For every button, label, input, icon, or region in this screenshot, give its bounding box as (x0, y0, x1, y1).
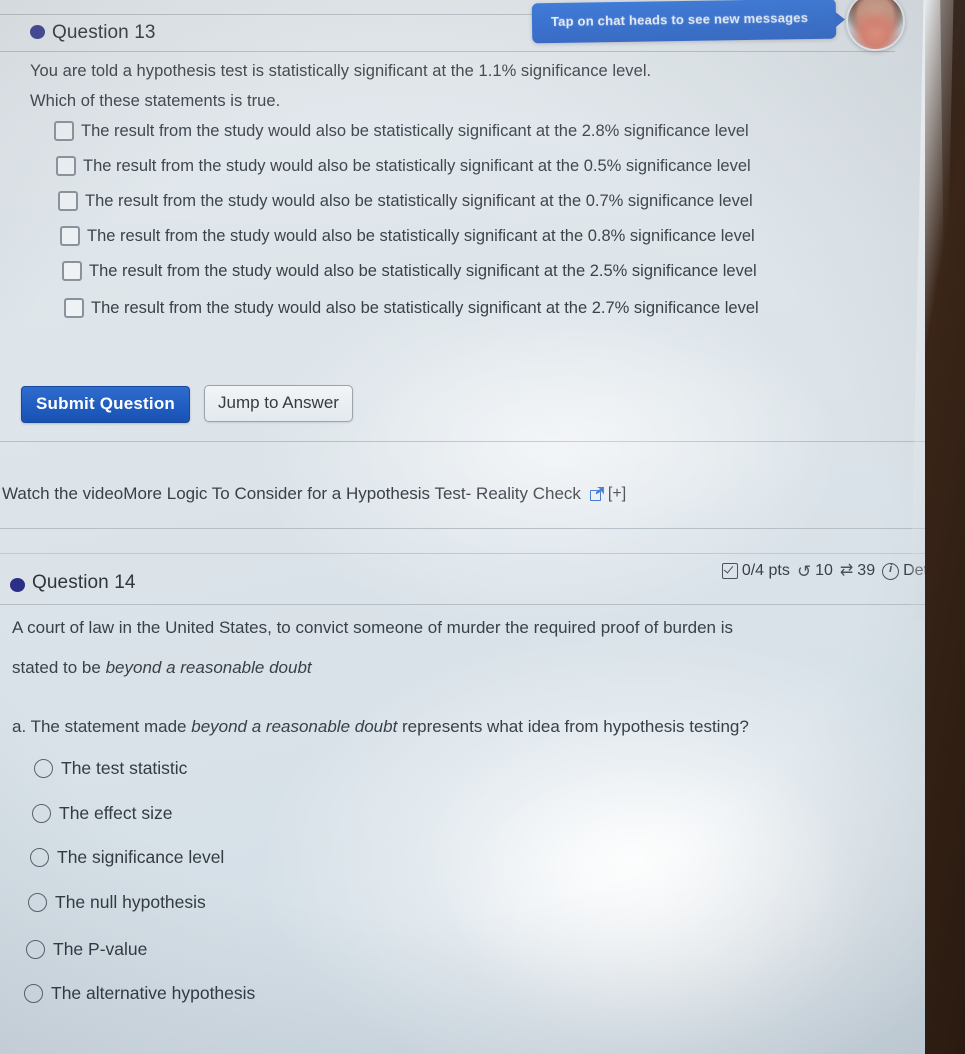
external-link-icon[interactable] (589, 486, 604, 501)
question-13-bullet-icon (30, 25, 45, 39)
body-line-2-italic: beyond a reasonable doubt (105, 658, 312, 677)
version-badge: ⇄ 39 (840, 562, 875, 580)
checkbox-option-5[interactable]: The result from the study would also be … (62, 261, 757, 281)
radio-option-label: The significance level (57, 847, 225, 867)
part-a-prefix: a. The statement made (12, 717, 192, 736)
question-14-bullet-icon (10, 578, 25, 592)
details-label[interactable]: Details (903, 562, 952, 580)
radio-button-icon[interactable] (26, 940, 45, 959)
checkbox-option-1[interactable]: The result from the study would also be … (54, 121, 749, 141)
radio-option-label: The null hypothesis (55, 892, 206, 912)
radio-option-3[interactable]: The significance level (30, 847, 224, 868)
video-link-row[interactable]: Watch the video More Logic To Consider f… (2, 484, 626, 504)
checkbox-option-label: The result from the study would also be … (85, 191, 753, 210)
details-link[interactable]: Details (882, 562, 952, 580)
checkbox-option-label: The result from the study would also be … (91, 298, 759, 317)
checkbox-option-label: The result from the study would also be … (87, 226, 755, 245)
radio-option-5[interactable]: The P-value (26, 939, 147, 960)
avatar[interactable] (846, 0, 905, 51)
divider-above-video (0, 441, 935, 442)
radio-option-label: The P-value (53, 939, 148, 959)
divider-under-q14-title (0, 604, 935, 605)
checkbox-option-label: The result from the study would also be … (83, 156, 751, 175)
divider-below-video (0, 528, 935, 529)
swap-icon: ⇄ (839, 562, 854, 579)
info-icon[interactable] (882, 562, 900, 580)
radio-option-6[interactable]: The alternative hypothesis (24, 983, 255, 1004)
photo-of-screen: Question 13 You are told a hypothesis te… (0, 0, 965, 1054)
divider-above-q14 (0, 553, 935, 554)
question-13-stem-line-1: You are told a hypothesis test is statis… (30, 62, 652, 80)
quiz-content: Question 13 You are told a hypothesis te… (0, 10, 958, 1054)
checkbox-icon[interactable] (64, 298, 84, 318)
radio-option-label: The alternative hypothesis (51, 983, 256, 1003)
chat-notification-text: Tap on chat heads to see new messages (550, 10, 809, 30)
points-badge: 0/4 pts (721, 562, 790, 580)
attempts-badge: ↻ 10 (796, 561, 833, 581)
submit-question-button[interactable]: Submit Question (21, 386, 190, 423)
checkbox-option-4[interactable]: The result from the study would also be … (60, 226, 755, 246)
radio-button-icon[interactable] (32, 804, 51, 823)
question-13-title: Question 13 (52, 22, 156, 43)
radio-button-icon[interactable] (28, 893, 47, 912)
radio-option-1[interactable]: The test statistic (34, 758, 187, 779)
video-link-prefix: Watch the video (2, 484, 124, 503)
checkbox-option-3[interactable]: The result from the study would also be … (58, 191, 753, 211)
checkbox-icon[interactable] (58, 191, 78, 211)
version-value: 39 (857, 562, 876, 579)
jump-to-answer-button[interactable]: Jump to Answer (204, 385, 353, 422)
video-expand-toggle[interactable]: [+] (608, 485, 626, 503)
checkbox-icon[interactable] (56, 156, 76, 176)
question-13-stem-line-2: Which of these statements is true. (30, 92, 281, 110)
retry-icon: ↻ (796, 561, 812, 581)
question-14-part-a: a. The statement made beyond a reasonabl… (12, 717, 749, 737)
divider-under-q13-title (0, 51, 895, 52)
radio-option-label: The test statistic (61, 758, 188, 778)
body-line-2-prefix: stated to be (12, 658, 106, 677)
radio-option-2[interactable]: The effect size (32, 803, 173, 824)
checkbox-icon[interactable] (54, 121, 74, 141)
radio-option-4[interactable]: The null hypothesis (28, 892, 206, 913)
checkbox-icon[interactable] (60, 226, 80, 246)
points-value: 0/4 pts (741, 562, 790, 579)
question-14-title: Question 14 (32, 572, 136, 593)
radio-button-icon[interactable] (30, 848, 49, 867)
radio-option-label: The effect size (59, 803, 173, 823)
checkbox-option-2[interactable]: The result from the study would also be … (56, 156, 751, 176)
part-a-italic: beyond a reasonable doubt (191, 717, 398, 736)
divider-top (0, 14, 540, 15)
question-14-body-line-2: stated to be beyond a reasonable doubt (12, 658, 312, 678)
radio-button-icon[interactable] (34, 759, 53, 778)
checkbox-option-6[interactable]: The result from the study would also be … (64, 298, 759, 318)
attempts-value: 10 (815, 562, 833, 579)
chat-notification-banner[interactable]: Tap on chat heads to see new messages (531, 0, 837, 44)
checkbox-icon[interactable] (62, 261, 82, 281)
part-a-suffix: represents what idea from hypothesis tes… (397, 717, 749, 736)
radio-button-icon[interactable] (24, 984, 43, 1003)
avatar-image (848, 0, 903, 49)
video-link-title[interactable]: More Logic To Consider for a Hypothesis … (123, 484, 581, 504)
checkbox-check-icon (721, 563, 738, 579)
checkbox-option-label: The result from the study would also be … (89, 261, 757, 280)
checkbox-option-label: The result from the study would also be … (81, 121, 749, 140)
question-14-meta: 0/4 pts ↻ 10 ⇄ 39 Details (721, 561, 952, 581)
question-14-body-line-1: A court of law in the United States, to … (12, 618, 734, 637)
